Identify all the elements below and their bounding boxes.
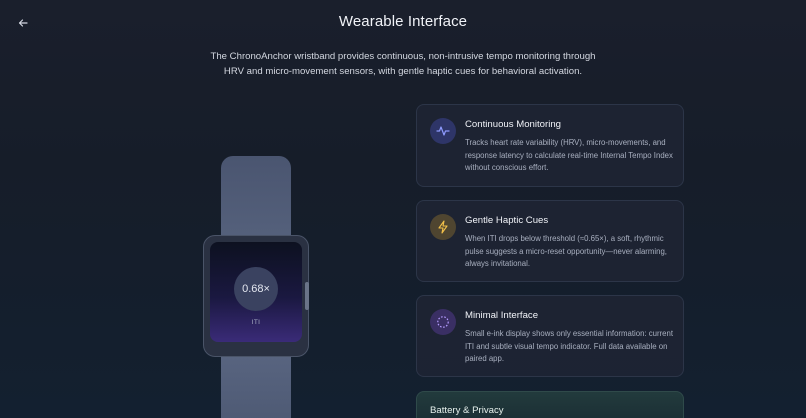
feature-description: When ITI drops below threshold (≈0.65×),… [465, 234, 667, 269]
iti-value: 0.68× [242, 283, 270, 295]
watch-crown [305, 282, 309, 310]
feature-card-continuous-monitoring: Continuous Monitoring Tracks heart rate … [416, 104, 684, 187]
feature-card-minimal-interface: Minimal Interface Small e-ink display sh… [416, 295, 684, 377]
iti-indicator: 0.68× [234, 267, 278, 311]
intro-text: The ChronoAnchor wristband provides cont… [210, 51, 596, 77]
feature-title: Minimal Interface [465, 310, 539, 321]
feature-card-battery-privacy: Battery & Privacy [416, 391, 684, 418]
dotted-circle-icon [430, 309, 456, 335]
feature-description: Small e-ink display shows only essential… [465, 329, 674, 364]
strap-top [221, 156, 291, 242]
feature-description: Tracks heart rate variability (HRV), mic… [465, 138, 673, 173]
watch-screen: 0.68× ITI [210, 242, 302, 342]
page-title: Wearable Interface [338, 13, 468, 30]
feature-title: Battery & Privacy [430, 405, 504, 416]
activity-icon [430, 118, 456, 144]
iti-label: ITI [251, 319, 261, 326]
lightning-icon [430, 214, 456, 240]
feature-card-haptic-cues: Gentle Haptic Cues When ITI drops below … [416, 200, 684, 282]
feature-title: Continuous Monitoring [465, 119, 561, 130]
feature-title: Gentle Haptic Cues [465, 215, 549, 226]
